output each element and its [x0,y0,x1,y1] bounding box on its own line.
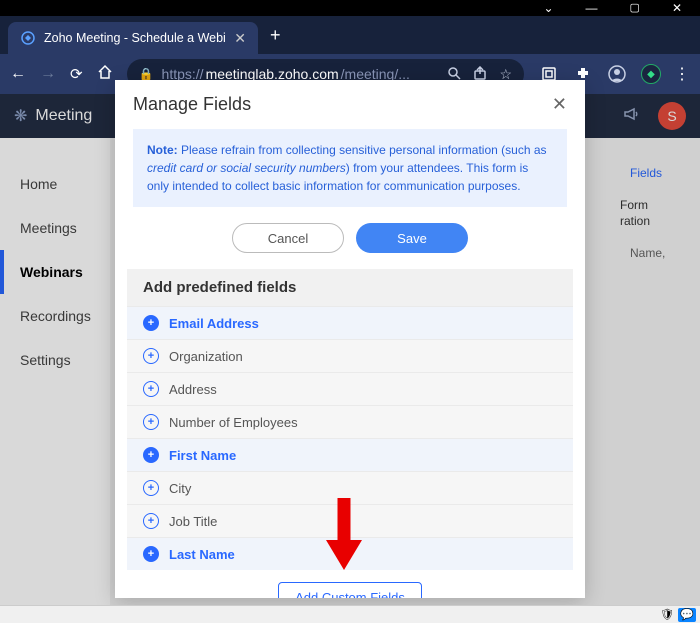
plus-icon: + [143,447,159,463]
note-box: Note: Please refrain from collecting sen… [133,129,567,207]
note-label: Note: [147,143,178,157]
taskbar: 🛡 💬 [0,605,700,623]
close-window-button[interactable]: ✕ [672,1,682,15]
note-emphasis: credit card or social security numbers [147,161,346,175]
window-chevron-down-icon[interactable]: ⌄ [543,1,553,15]
field-label: Email Address [169,316,259,331]
forward-button: → [40,65,56,83]
profile-icon[interactable] [606,63,628,85]
modal-scroll[interactable]: Note: Please refrain from collecting sen… [115,129,585,598]
taskbar-shield-icon[interactable]: 🛡 [658,608,676,622]
note-text-1: Please refrain from collecting sensitive… [178,143,547,157]
predefined-field-row[interactable]: + Organization [127,339,573,372]
reload-button[interactable]: ⟳ [70,65,83,83]
add-custom-label: Add Custom Fields [295,590,405,598]
predefined-section-title: Add predefined fields [127,269,573,306]
predefined-field-row[interactable]: + Email Address [127,306,573,339]
field-label: Job Title [169,514,217,529]
predefined-field-row[interactable]: + City [127,471,573,504]
predefined-field-row[interactable]: + Address [127,372,573,405]
field-label: City [169,481,191,496]
plus-icon: + [143,348,159,364]
modal-overlay: Manage Fields ✕ Note: Please refrain fro… [0,94,700,623]
minimize-button[interactable]: ― [586,1,598,15]
save-label: Save [397,231,427,246]
close-icon[interactable]: ✕ [552,94,567,115]
plus-icon: + [143,513,159,529]
save-button[interactable]: Save [356,223,468,253]
plus-icon: + [143,315,159,331]
predefined-field-row[interactable]: + First Name [127,438,573,471]
maximize-button[interactable]: ▢ [630,1,640,15]
browser-tab[interactable]: Zoho Meeting - Schedule a Webi ✕ [8,22,258,54]
tab-title: Zoho Meeting - Schedule a Webi [44,31,226,45]
lock-icon: 🔒 [139,67,154,81]
manage-fields-modal: Manage Fields ✕ Note: Please refrain fro… [115,80,585,598]
plus-icon: + [143,414,159,430]
plus-icon: + [143,546,159,562]
predefined-field-row[interactable]: + Number of Employees [127,405,573,438]
window-titlebar: ⌄ ― ▢ ✕ [0,0,700,16]
add-custom-fields-button[interactable]: Add Custom Fields [278,582,422,598]
predefined-field-row[interactable]: + Last Name [127,537,573,570]
field-label: Last Name [169,547,235,562]
new-tab-button[interactable]: + [270,25,281,46]
field-label: Address [169,382,217,397]
predefined-field-row[interactable]: + Job Title [127,504,573,537]
cancel-label: Cancel [268,231,308,246]
modal-title: Manage Fields [133,94,251,115]
field-label: Number of Employees [169,415,298,430]
home-button[interactable] [97,64,113,85]
back-button[interactable]: ← [10,65,26,83]
plus-icon: + [143,480,159,496]
plus-icon: + [143,381,159,397]
browser-menu-button[interactable]: ⋮ [674,64,690,84]
taskbar-chat-icon[interactable]: 💬 [678,608,696,622]
field-label: Organization [169,349,243,364]
field-label: First Name [169,448,236,463]
cancel-button[interactable]: Cancel [232,223,344,253]
tab-strip: Zoho Meeting - Schedule a Webi ✕ + [0,16,700,54]
close-tab-icon[interactable]: ✕ [234,30,246,47]
extension-badge-icon[interactable]: ◆ [640,63,662,85]
tab-favicon-icon [20,30,36,46]
